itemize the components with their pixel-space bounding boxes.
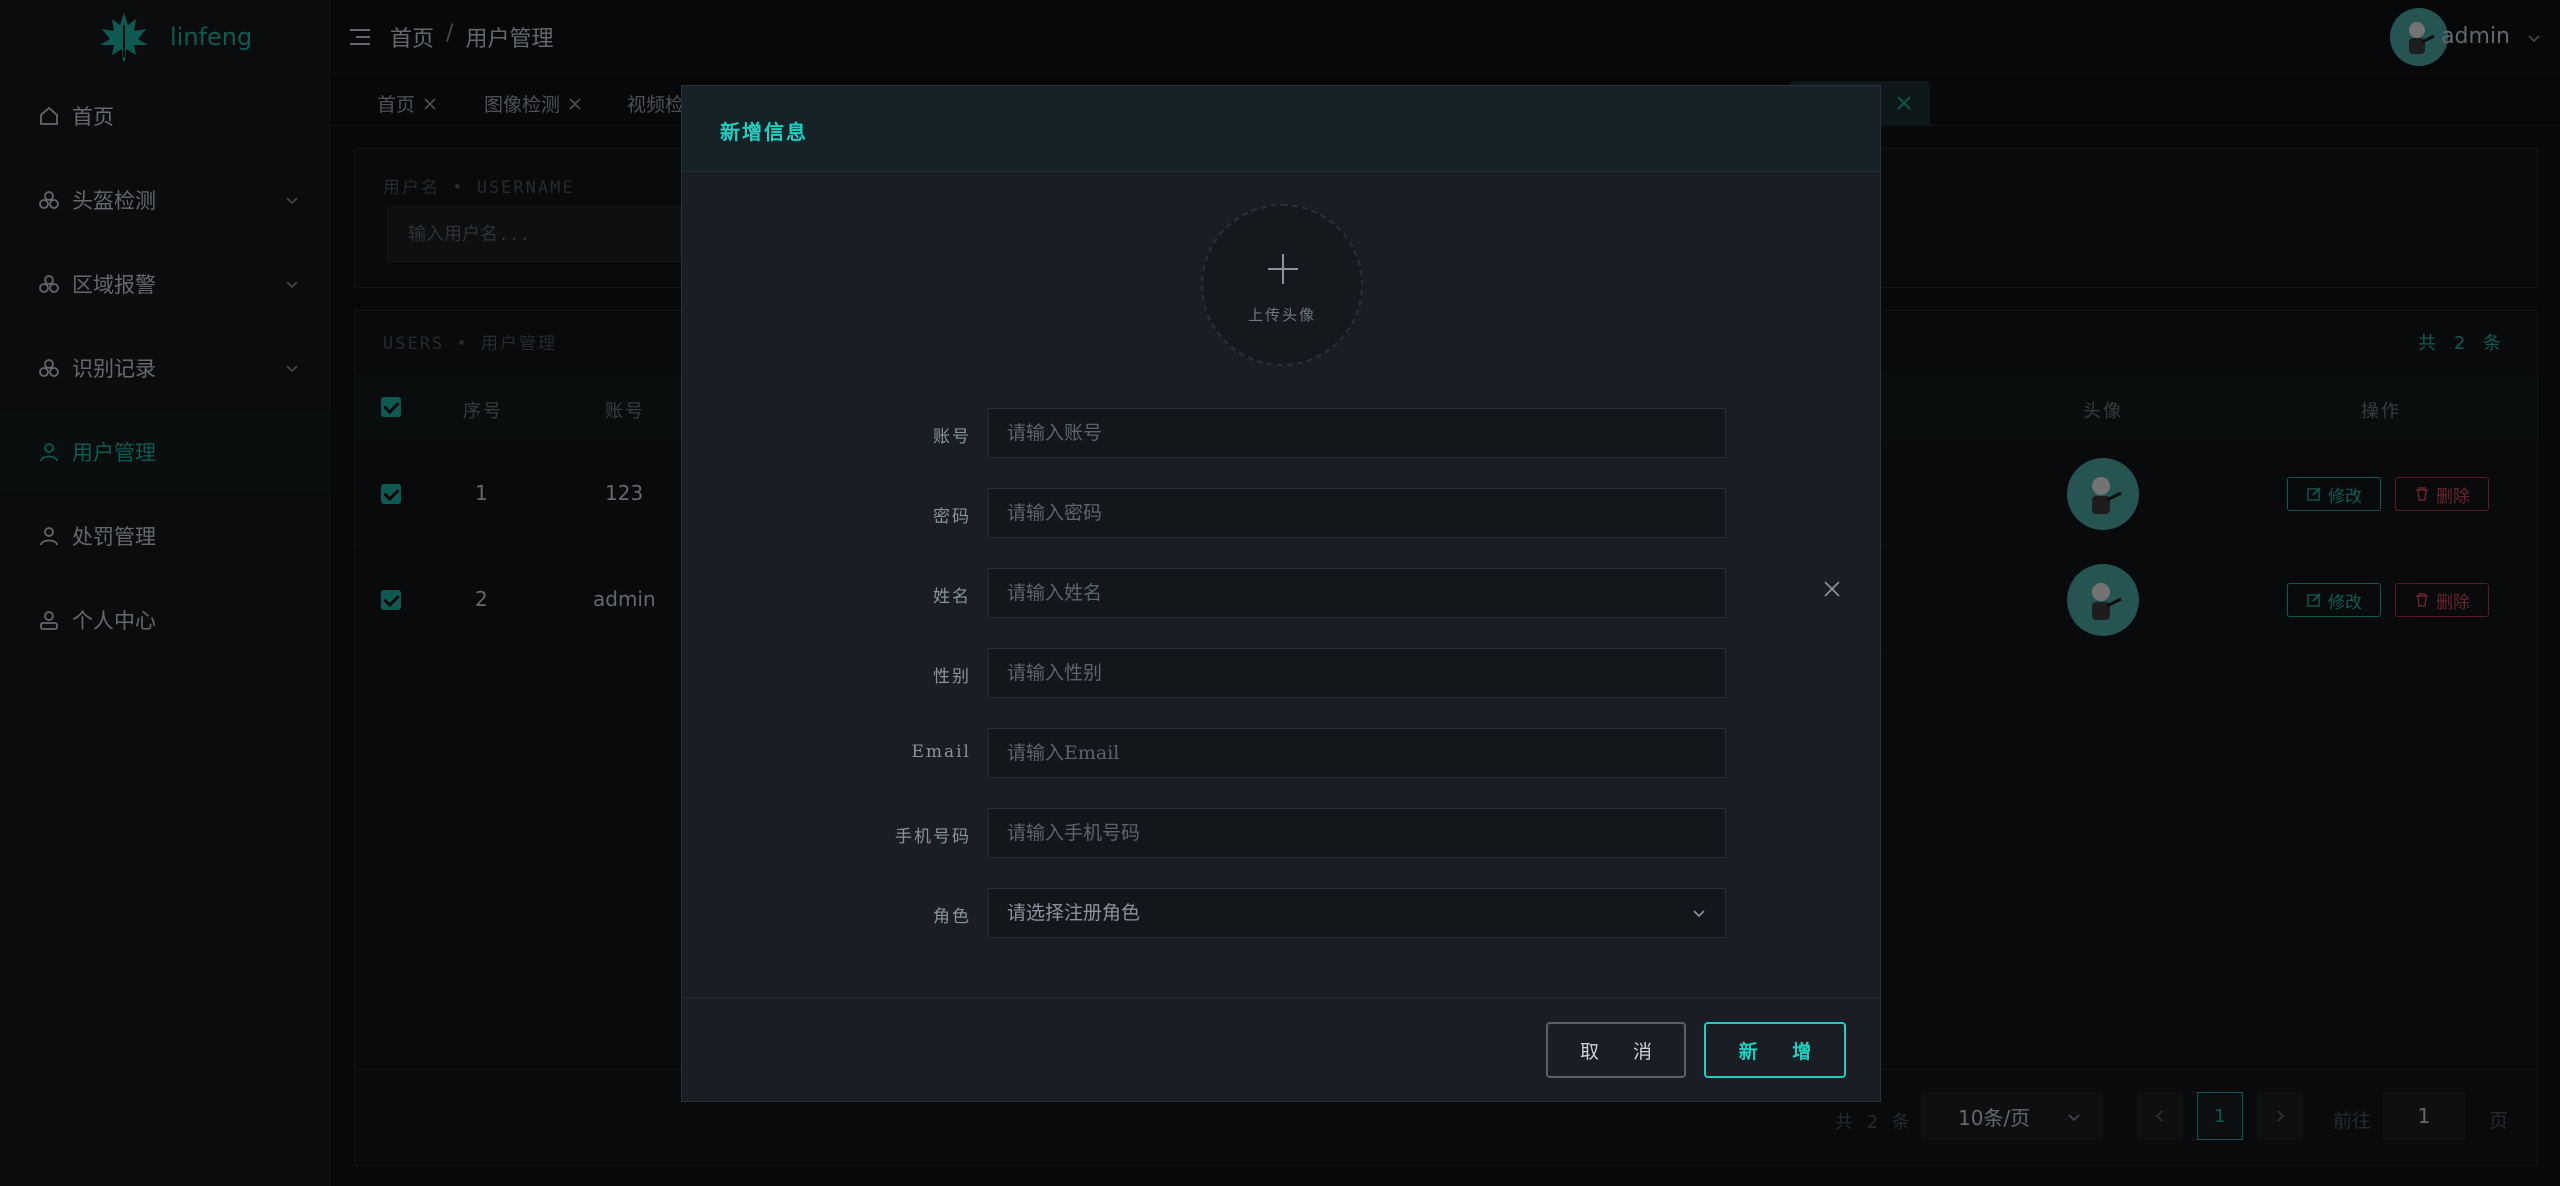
add-button[interactable]: 新 增	[1704, 1022, 1846, 1078]
form-row-email: Email	[682, 728, 1880, 778]
email-field[interactable]	[988, 728, 1726, 778]
gender-input[interactable]	[988, 648, 1726, 698]
password-input[interactable]	[988, 488, 1726, 538]
chevron-down-icon	[1693, 910, 1705, 918]
plus-icon	[1268, 254, 1298, 284]
account-input[interactable]	[988, 408, 1726, 458]
name-input[interactable]	[988, 568, 1726, 618]
form-row-gender: 性别	[682, 648, 1880, 698]
add-user-dialog: 新增信息 上传头像 账号 密码 姓名 性别 Email 手机号码 角色 请选择注…	[681, 85, 1881, 1102]
upload-label: 上传头像	[1247, 306, 1316, 324]
phone-input[interactable]	[988, 808, 1726, 858]
role-select[interactable]: 请选择注册角色	[988, 888, 1726, 938]
field-label: 性别	[933, 667, 971, 687]
role-placeholder: 请选择注册角色	[1007, 902, 1141, 924]
dialog-header: 新增信息	[682, 86, 1880, 172]
form-row-name: 姓名	[682, 568, 1880, 618]
form-row-password: 密码	[682, 488, 1880, 538]
dialog-footer: 取 消 新 增	[682, 997, 1880, 1101]
cancel-button[interactable]: 取 消	[1546, 1022, 1686, 1078]
field-label: 账号	[933, 427, 971, 447]
field-label: Email	[911, 742, 971, 762]
field-label: 密码	[933, 507, 971, 527]
field-label: 姓名	[933, 587, 971, 607]
field-label: 角色	[933, 907, 971, 927]
form-row-account: 账号	[682, 408, 1880, 458]
field-label: 手机号码	[895, 827, 971, 847]
form-row-phone: 手机号码	[682, 808, 1880, 858]
form-row-role: 角色 请选择注册角色	[682, 888, 1880, 938]
dialog-title: 新增信息	[720, 120, 808, 144]
avatar-upload[interactable]: 上传头像	[1201, 204, 1363, 366]
